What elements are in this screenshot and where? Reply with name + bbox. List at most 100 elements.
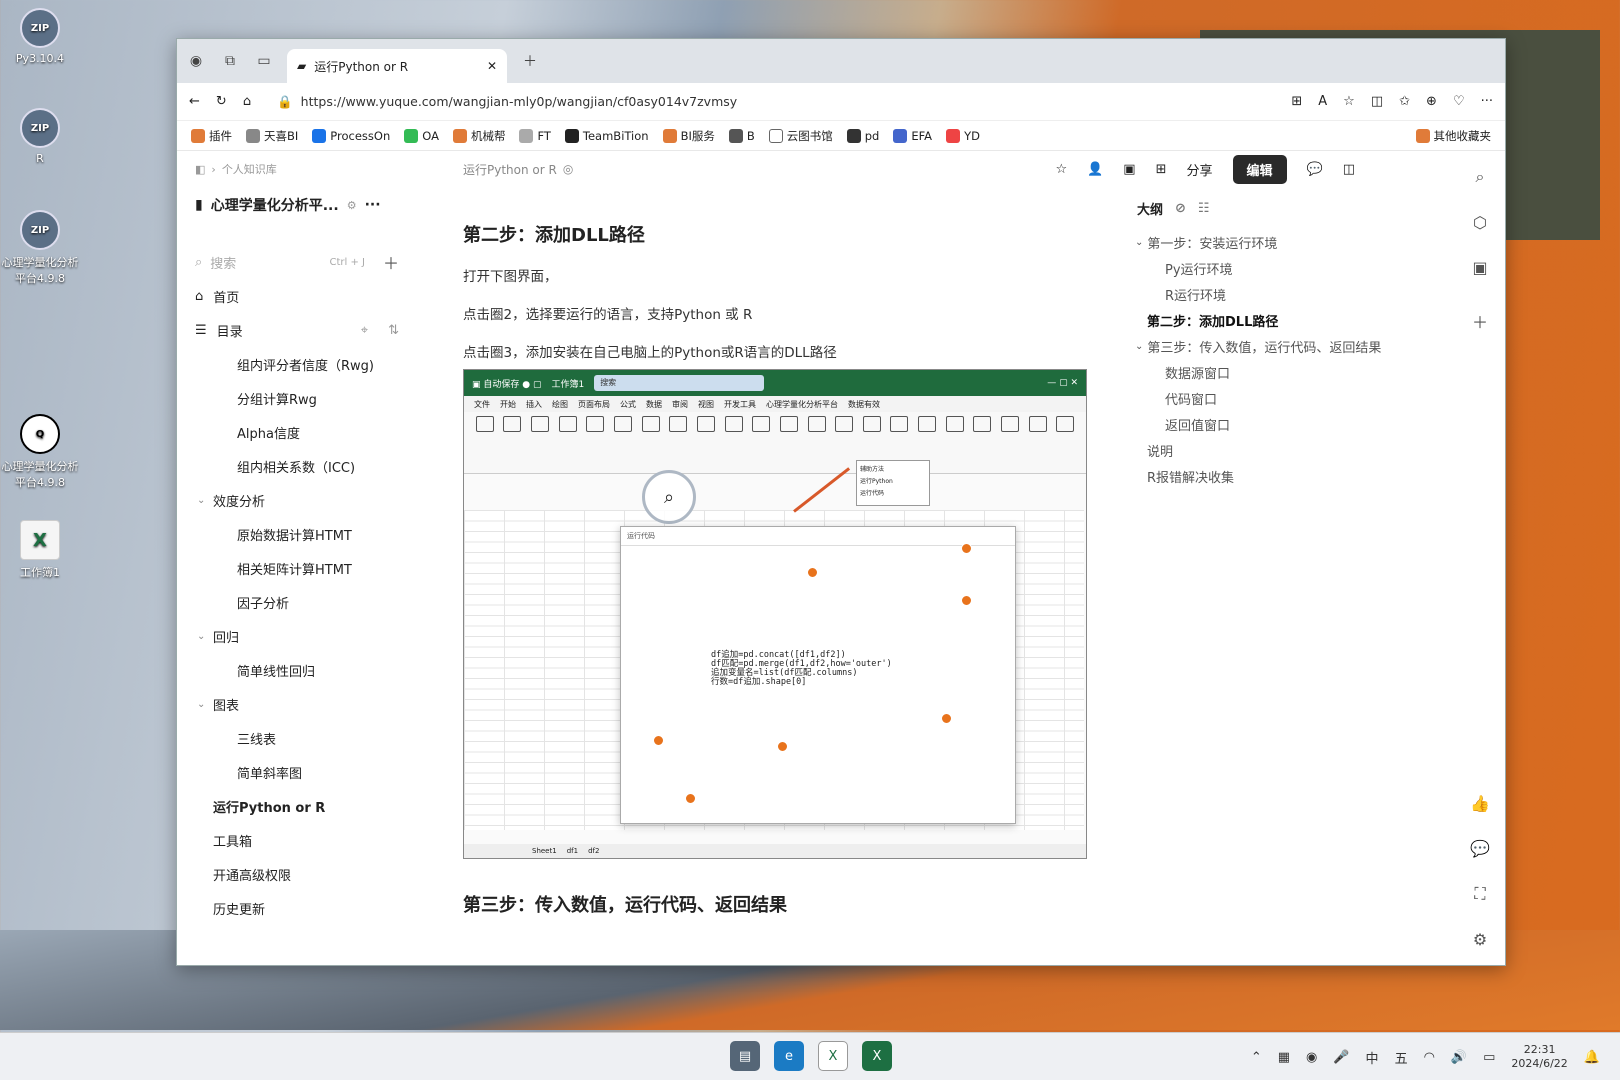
file-explorer-icon[interactable]: ▤ (730, 1041, 760, 1071)
outline-item[interactable]: Py运行环境 (1137, 255, 1387, 281)
qq-icon[interactable]: ◉ (1306, 1050, 1317, 1065)
desktop-icon-zip[interactable]: ZIP 心理学量化分析平台4.9.8 (0, 210, 80, 286)
star-icon[interactable]: ☆ (1055, 162, 1067, 177)
favorites-icon[interactable]: ✩ (1399, 94, 1410, 109)
fav-item[interactable]: YD (946, 128, 980, 143)
tree-item[interactable]: 运行Python or R (195, 789, 399, 823)
fav-item[interactable]: 云图书馆 (768, 128, 833, 144)
close-tab-icon[interactable]: ✕ (487, 59, 497, 73)
outline-item[interactable]: R运行环境 (1137, 281, 1387, 307)
chevron-down-icon[interactable]: ⌄ (197, 631, 211, 642)
kb-title[interactable]: ▮ 心理学量化分析平... ⚙ ··· (195, 185, 399, 225)
home-icon[interactable]: ⌂ (243, 94, 251, 109)
add-doc-icon[interactable]: ＋ (383, 250, 399, 274)
tree-item[interactable]: 分组计算Rwg (195, 381, 399, 415)
tree-item[interactable]: Alpha信度 (195, 415, 399, 449)
nav-home[interactable]: ⌂ 首页 (195, 279, 399, 313)
desktop-icon-zip[interactable]: ZIP R (0, 108, 80, 165)
edge-icon[interactable]: e (774, 1041, 804, 1071)
excel-task-icon[interactable]: X (818, 1041, 848, 1071)
comment-icon[interactable]: 💬 (1307, 162, 1323, 177)
fav-item[interactable]: pd (846, 128, 879, 143)
breadcrumb[interactable]: ◧ › 个人知识库 (195, 153, 399, 185)
extensions-icon[interactable]: ♡ (1453, 94, 1465, 109)
favorite-star-icon[interactable]: ☆ (1343, 94, 1355, 109)
present-icon[interactable]: ▣ (1123, 162, 1135, 177)
volume-icon[interactable]: 🔊 (1451, 1050, 1467, 1065)
tree-item[interactable]: ⌄ 效度分析 (195, 483, 399, 517)
split-screen-icon[interactable]: ◫ (1371, 94, 1383, 109)
fav-item[interactable]: OA (404, 128, 439, 143)
share-button[interactable]: 分享 (1186, 160, 1212, 179)
grid-icon[interactable]: ⊞ (1156, 162, 1167, 177)
outline-item[interactable]: 说明 (1137, 437, 1387, 463)
tree-item[interactable]: 因子分析 (195, 585, 399, 619)
tree-item[interactable]: 三线表 (195, 721, 399, 755)
tab-active[interactable]: ▰ 运行Python or R ✕ (287, 49, 507, 83)
clock[interactable]: 22:31 2024/6/22 (1511, 1043, 1567, 1071)
chevron-down-icon[interactable]: ⌄ (1135, 341, 1143, 352)
kb-more-icon[interactable]: ··· (365, 197, 381, 213)
hide-outline-icon[interactable]: ⊘ (1175, 201, 1186, 216)
translate-icon[interactable]: ⊞ (1291, 94, 1302, 109)
locate-icon[interactable]: ⌖ (361, 323, 368, 338)
fav-item[interactable]: ProcessOn (312, 128, 390, 143)
fav-item[interactable]: B (728, 128, 755, 143)
other-favorites[interactable]: 其他收藏夹 (1415, 128, 1491, 144)
settings-icon[interactable]: ⚙ (1473, 930, 1487, 949)
new-tab-icon[interactable]: ＋ (519, 50, 541, 72)
fav-item[interactable]: TeamBiTion (564, 128, 649, 143)
mic-icon[interactable]: 🎤 (1333, 1050, 1349, 1065)
extension-icon[interactable]: ⬡ (1473, 213, 1487, 232)
fav-item[interactable]: 机械帮 (452, 128, 505, 144)
address-input[interactable]: 🔒 https://www.yuque.com/wangjian-mly0p/w… (267, 88, 1275, 116)
tree-item[interactable]: 简单线性回归 (195, 653, 399, 687)
tree-item[interactable]: ⌄ 回归 (195, 619, 399, 653)
tree-item[interactable]: 工具箱 (195, 823, 399, 857)
fav-item[interactable]: BI服务 (662, 128, 715, 144)
notification-icon[interactable]: 🔔 (1584, 1050, 1600, 1065)
sidebar-search[interactable]: ⌕ 搜索 Ctrl + J ＋ (195, 245, 399, 279)
refresh-icon[interactable]: ↻ (216, 94, 227, 109)
outlook-icon[interactable]: ▣ (1472, 258, 1487, 277)
excel-screenshot-image[interactable]: ▣ 自动保存 ● ▢ 工作簿1 搜索 — ▢ ✕ 文件 开始 插入 绘图 页面布局 公式 数据 审阅… (463, 369, 1087, 859)
desktop-icon-zip[interactable]: ZIP Py3.10.4 (0, 8, 80, 65)
chevron-down-icon[interactable]: ⌄ (1135, 237, 1143, 248)
ime-lang[interactable]: 中 (1366, 1048, 1379, 1067)
outline-item[interactable]: R报错解决收集 (1137, 463, 1387, 489)
kb-settings-icon[interactable]: ⚙ (347, 199, 357, 212)
excel-icon[interactable]: X (862, 1041, 892, 1071)
workspaces-icon[interactable]: ⧉ (219, 50, 241, 72)
outline-item[interactable]: 数据源窗口 (1137, 359, 1387, 385)
chevron-down-icon[interactable]: ⌄ (197, 699, 211, 710)
edit-button[interactable]: 编辑 (1232, 154, 1287, 184)
back-icon[interactable]: ← (189, 94, 200, 109)
more-icon[interactable]: ··· (1481, 94, 1493, 109)
collaborator-icon[interactable]: 👤 (1087, 162, 1103, 177)
tray-app-icon[interactable]: ▦ (1278, 1050, 1290, 1065)
comment-icon[interactable]: 💬 (1470, 839, 1490, 858)
screenshot-icon[interactable]: ⛶ (1474, 884, 1485, 904)
search-icon[interactable]: ⌕ (1476, 167, 1485, 187)
like-icon[interactable]: 👍 (1470, 794, 1490, 813)
tree-item[interactable]: 组内相关系数（ICC) (195, 449, 399, 483)
fav-item[interactable]: 插件 (191, 128, 232, 144)
layout-icon[interactable]: ◫ (1343, 162, 1355, 177)
tray-expand-icon[interactable]: ⌃ (1251, 1050, 1262, 1065)
chevron-down-icon[interactable]: ⌄ (197, 495, 211, 506)
outline-list-icon[interactable]: ☷ (1198, 201, 1210, 216)
tree-item[interactable]: 相关矩阵计算HTMT (195, 551, 399, 585)
collapse-icon[interactable]: ⇅ (388, 323, 399, 338)
fav-item[interactable]: EFA (893, 128, 932, 143)
tree-item[interactable]: 开通高级权限 (195, 857, 399, 891)
read-aloud-icon[interactable]: A (1318, 94, 1327, 109)
fav-item[interactable]: FT (519, 128, 551, 143)
desktop-icon-app[interactable]: Q 心理学量化分析平台4.9.8 (0, 414, 80, 490)
tree-item[interactable]: 简单斜率图 (195, 755, 399, 789)
fav-item[interactable]: 天喜BI (246, 128, 298, 144)
ime-mode[interactable]: 五 (1395, 1048, 1408, 1067)
outline-item[interactable]: 第二步：添加DLL路径 (1137, 307, 1387, 333)
tree-item[interactable]: 原始数据计算HTMT (195, 517, 399, 551)
wifi-icon[interactable]: ◠ (1424, 1050, 1435, 1065)
tree-item[interactable]: ⌄ 图表 (195, 687, 399, 721)
